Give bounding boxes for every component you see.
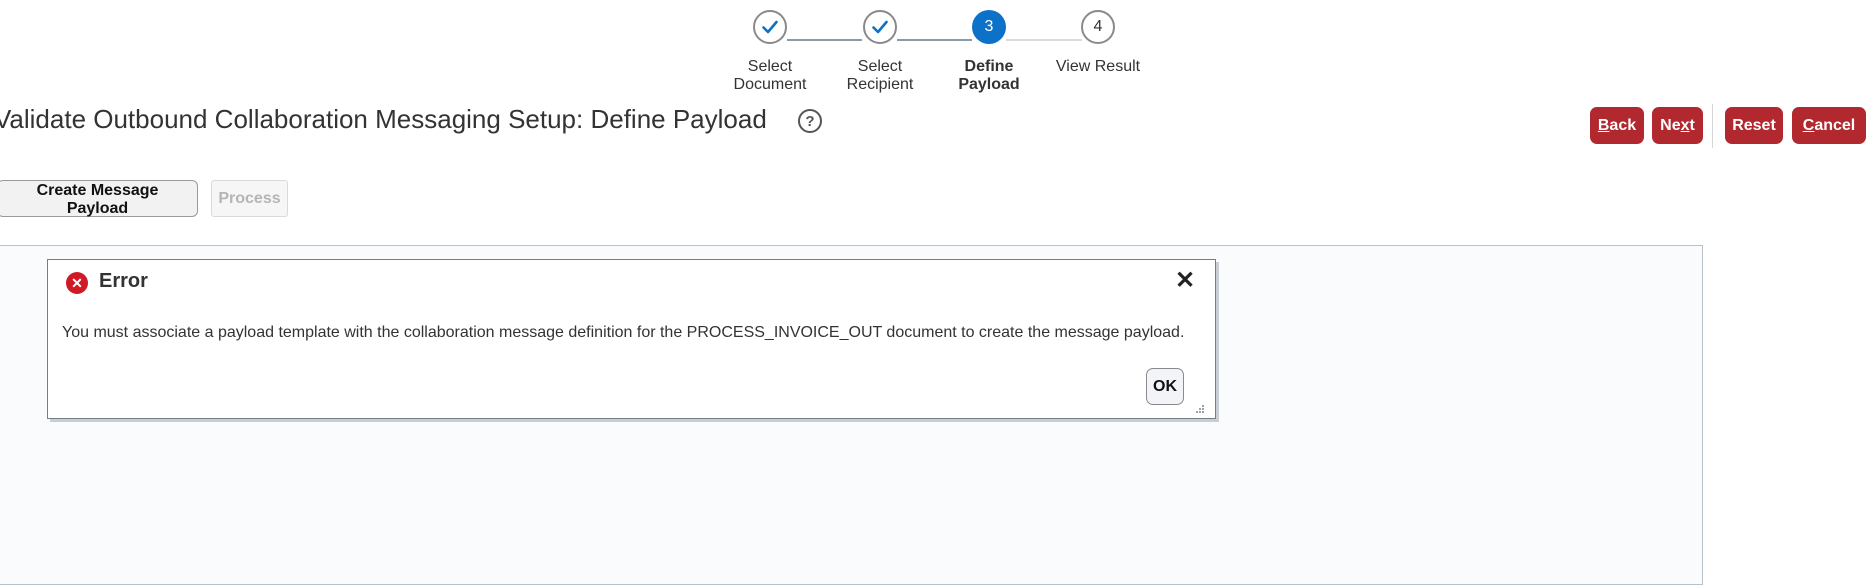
check-icon	[753, 10, 787, 44]
create-message-payload-button[interactable]: Create Message Payload	[0, 180, 198, 217]
back-button[interactable]: Back	[1590, 107, 1644, 144]
page-title: Validate Outbound Collaboration Messagin…	[0, 104, 767, 134]
resize-grip-icon[interactable]	[1193, 402, 1205, 414]
close-icon[interactable]: ✕	[1175, 266, 1195, 295]
train-stop-view-result[interactable]: 4 View Result	[1043, 10, 1153, 76]
dialog-title: Error	[99, 270, 148, 292]
next-button[interactable]: Next	[1652, 107, 1703, 144]
step-train: Select Document Select Recipient 3 Defin…	[0, 10, 1870, 100]
train-stop-label: Define Payload	[958, 58, 1020, 93]
process-button: Process	[211, 180, 288, 217]
reset-button[interactable]: Reset	[1725, 107, 1783, 144]
train-stop-label: Select Document	[733, 58, 807, 93]
step-number-badge: 3	[972, 10, 1006, 44]
train-stop-select-document[interactable]: Select Document	[715, 10, 825, 94]
train-stop-label: Select Recipient	[846, 58, 914, 93]
train-stop-define-payload: 3 Define Payload	[934, 10, 1044, 94]
ok-button[interactable]: OK	[1146, 368, 1184, 405]
dialog-message: You must associate a payload template wi…	[62, 324, 1185, 341]
error-dialog: ✕ Error ✕ You must associate a payload t…	[47, 259, 1216, 419]
cancel-button[interactable]: Cancel	[1792, 107, 1866, 144]
question-circle-icon[interactable]: ?	[798, 109, 822, 133]
train-stop-select-recipient[interactable]: Select Recipient	[825, 10, 935, 94]
toolbar-separator	[1712, 104, 1713, 148]
check-icon	[863, 10, 897, 44]
error-icon: ✕	[66, 272, 88, 294]
step-number-badge: 4	[1081, 10, 1115, 44]
train-stop-label: View Result	[1055, 58, 1141, 75]
